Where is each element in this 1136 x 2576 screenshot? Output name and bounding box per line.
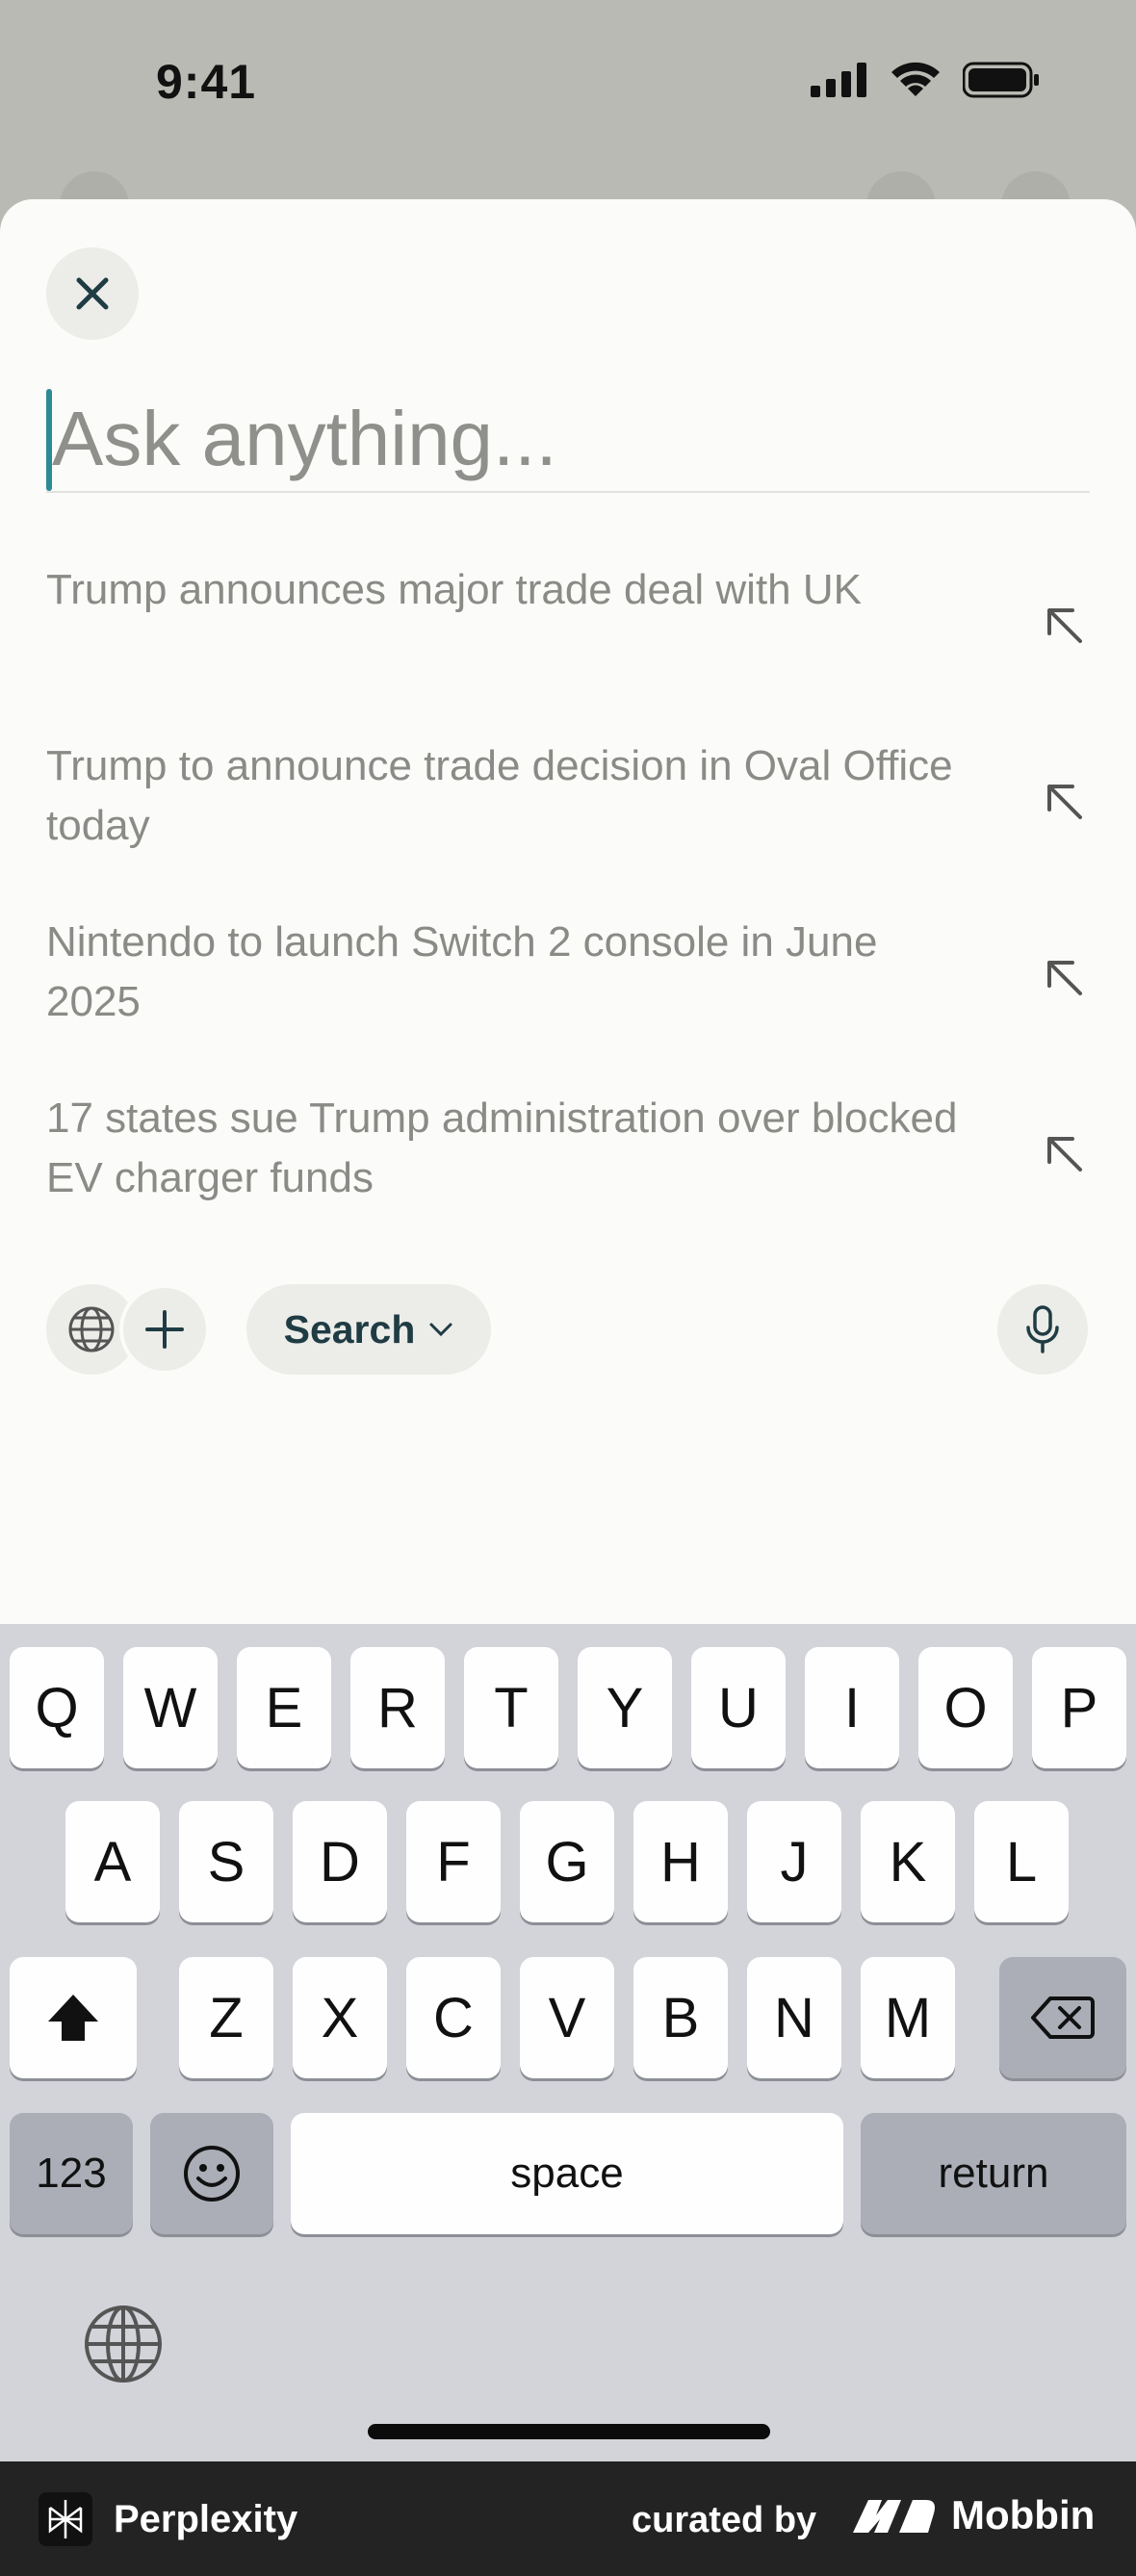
emoji-icon	[184, 2146, 240, 2202]
suggestion-item[interactable]: Nintendo to launch Switch 2 console in J…	[46, 913, 1090, 1089]
suggestion-item[interactable]: 17 states sue Trump administration over …	[46, 1089, 1090, 1265]
return-key[interactable]: return	[861, 2113, 1126, 2234]
mobbin-logo-icon	[853, 2500, 935, 2533]
key-k[interactable]: K	[861, 1801, 955, 1922]
cellular-signal-icon	[811, 63, 866, 97]
suggestion-item[interactable]: Trump to announce trade decision in Oval…	[46, 736, 1090, 913]
text-caret	[46, 389, 52, 491]
footer-app: Perplexity	[39, 2492, 297, 2546]
key-f[interactable]: F	[406, 1801, 501, 1922]
key-d[interactable]: D	[293, 1801, 387, 1922]
suggestion-text: Trump announces major trade deal with UK	[46, 566, 862, 613]
status-icons	[811, 62, 1040, 98]
numbers-key[interactable]: 123	[10, 2113, 133, 2234]
key-j[interactable]: J	[747, 1801, 841, 1922]
globe-icon	[68, 1306, 115, 1352]
footer-curated-by: curated by	[632, 2500, 817, 2540]
wifi-icon	[891, 62, 940, 96]
arrow-up-left-icon[interactable]	[1040, 953, 1090, 1003]
arrow-up-left-icon[interactable]	[1040, 1129, 1090, 1179]
key-x[interactable]: X	[293, 1957, 387, 2078]
status-time: 9:41	[156, 55, 257, 109]
key-g[interactable]: G	[520, 1801, 614, 1922]
key-i[interactable]: I	[805, 1647, 899, 1768]
key-u[interactable]: U	[691, 1647, 786, 1768]
close-icon	[76, 277, 109, 310]
battery-icon	[963, 62, 1039, 98]
emoji-key[interactable]	[150, 2113, 273, 2234]
suggestion-item[interactable]: Trump announces major trade deal with UK	[46, 560, 1090, 736]
shift-key[interactable]	[10, 1957, 137, 2078]
arrow-up-left-icon[interactable]	[1040, 601, 1090, 651]
key-v[interactable]: V	[520, 1957, 614, 2078]
key-m[interactable]: M	[861, 1957, 955, 2078]
microphone-icon	[1026, 1305, 1059, 1353]
voice-input-button[interactable]	[997, 1284, 1088, 1375]
suggestion-text: Trump to announce trade decision in Oval…	[46, 742, 953, 849]
status-bar: 9:41	[0, 0, 1136, 164]
key-s[interactable]: S	[179, 1801, 273, 1922]
key-c[interactable]: C	[406, 1957, 501, 2078]
space-key[interactable]: space	[291, 2113, 843, 2234]
onscreen-keyboard: Q W E R T Y U I O P A S D F G H J K L Z …	[0, 1624, 1136, 2461]
arrow-up-left-icon[interactable]	[1040, 777, 1090, 827]
key-p[interactable]: P	[1032, 1647, 1126, 1768]
key-q[interactable]: Q	[10, 1647, 104, 1768]
plus-icon	[145, 1310, 184, 1349]
footer-app-name: Perplexity	[114, 2497, 298, 2540]
key-e[interactable]: E	[237, 1647, 331, 1768]
key-y[interactable]: Y	[578, 1647, 672, 1768]
key-t[interactable]: T	[464, 1647, 558, 1768]
key-w[interactable]: W	[123, 1647, 218, 1768]
footer-bar: Perplexity curated by Mobbin	[0, 2461, 1136, 2576]
key-n[interactable]: N	[747, 1957, 841, 2078]
chevron-down-icon	[429, 1323, 452, 1337]
language-globe-icon[interactable]	[83, 2304, 164, 2384]
key-l[interactable]: L	[974, 1801, 1069, 1922]
search-input[interactable]	[46, 387, 1090, 493]
key-r[interactable]: R	[350, 1647, 445, 1768]
home-indicator	[368, 2424, 770, 2439]
search-mode-selector[interactable]: Search	[246, 1284, 491, 1375]
perplexity-logo-icon	[39, 2492, 92, 2546]
close-button[interactable]	[46, 247, 139, 340]
search-mode-label: Search	[283, 1306, 416, 1352]
shift-icon	[48, 1995, 98, 2041]
key-z[interactable]: Z	[179, 1957, 273, 2078]
key-b[interactable]: B	[633, 1957, 728, 2078]
key-a[interactable]: A	[65, 1801, 160, 1922]
delete-key[interactable]	[999, 1957, 1126, 2078]
footer-brand: Mobbin	[853, 2492, 1095, 2538]
key-h[interactable]: H	[633, 1801, 728, 1922]
suggestion-text: Nintendo to launch Switch 2 console in J…	[46, 918, 878, 1025]
backspace-icon	[1031, 1996, 1095, 2039]
footer-brand-name: Mobbin	[951, 2492, 1096, 2537]
key-o[interactable]: O	[918, 1647, 1013, 1768]
attach-button[interactable]	[119, 1284, 210, 1375]
suggestion-text: 17 states sue Trump administration over …	[46, 1095, 958, 1201]
query-sheet: Trump announces major trade deal with UK…	[0, 199, 1136, 1624]
suggestion-list: Trump announces major trade deal with UK…	[46, 560, 1090, 1265]
